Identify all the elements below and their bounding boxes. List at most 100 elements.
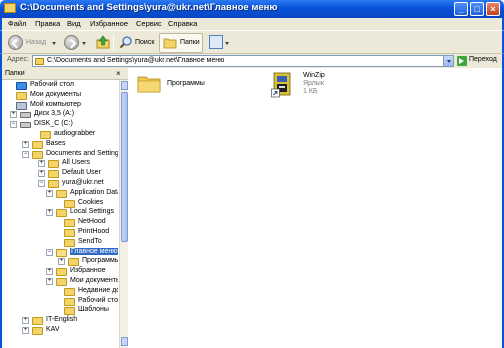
folders-pane: Папки × Рабочий стол Мои документы Мой ком…	[0, 68, 128, 348]
folders-label: Папки	[180, 39, 200, 46]
folder-icon	[48, 180, 59, 188]
tree-item-label: Local Settings	[70, 208, 114, 216]
tree-item[interactable]: + Bases	[2, 140, 118, 150]
tree-item[interactable]: − yura@ukr.net	[2, 179, 118, 189]
tree-item-label: PrintHood	[78, 228, 110, 235]
tree-item[interactable]: + Application Data	[2, 189, 118, 199]
folder-icon	[64, 307, 75, 316]
close-button[interactable]: ×	[486, 2, 500, 16]
tree-item[interactable]: + IT-English	[2, 316, 118, 326]
tree-item[interactable]: audiograbber	[2, 130, 118, 140]
back-icon[interactable]	[8, 35, 23, 50]
search-icon[interactable]	[119, 35, 133, 49]
menu-help[interactable]: Справка	[168, 19, 197, 28]
tree-item[interactable]: Недавние докум	[2, 287, 118, 297]
expand-icon[interactable]: +	[46, 268, 53, 276]
expand-icon[interactable]: +	[38, 170, 45, 178]
folder-icon	[56, 248, 67, 257]
views-icon[interactable]	[209, 35, 223, 49]
tree-item[interactable]: PrintHood	[2, 228, 118, 238]
expand-icon[interactable]: +	[46, 189, 53, 197]
tree-item-label: Рабочий стол	[78, 296, 118, 304]
menu-file[interactable]: Файл	[8, 19, 26, 28]
file-name: WinZip	[303, 72, 325, 79]
address-dropdown-icon[interactable]	[443, 56, 453, 66]
search-label[interactable]: Поиск	[135, 39, 154, 46]
tree-item-label: Мои документы	[30, 90, 82, 98]
collapse-icon[interactable]: −	[38, 180, 45, 187]
expand-icon[interactable]: +	[38, 160, 45, 168]
expand-icon[interactable]: +	[22, 140, 29, 148]
expand-icon[interactable]: +	[22, 317, 29, 325]
vertical-scrollbar[interactable]	[119, 80, 128, 348]
scroll-thumb[interactable]	[121, 92, 128, 242]
folders-button[interactable]: Папки	[159, 33, 203, 53]
folder-icon	[40, 131, 51, 139]
close-icon[interactable]: ×	[116, 70, 121, 78]
folder-icon	[32, 317, 43, 326]
tree-item[interactable]: Рабочий стол	[2, 81, 118, 91]
title-bar: C:\Documents and Settings\yura@ukr.net\Г…	[0, 0, 504, 18]
tree-item[interactable]: SendTo	[2, 238, 118, 248]
tree-item-label: Application Data	[70, 188, 118, 196]
scroll-down-icon[interactable]	[121, 337, 128, 346]
back-label[interactable]: Назад	[26, 39, 46, 46]
folders-pane-title: Папки	[5, 70, 25, 77]
forward-dropdown-icon[interactable]	[82, 42, 86, 45]
forward-icon[interactable]	[64, 35, 79, 50]
scroll-up-icon[interactable]	[121, 81, 128, 90]
file-name: Программы	[167, 80, 205, 87]
tree-item[interactable]: + Default User	[2, 169, 118, 179]
expand-icon[interactable]: +	[22, 327, 29, 334]
menu-edit[interactable]: Правка	[35, 19, 60, 28]
menu-bar: Файл Правка Вид Избранное Сервис Справка	[0, 18, 504, 30]
menu-favorites[interactable]: Избранное	[90, 19, 128, 28]
folder-icon	[64, 287, 75, 296]
address-input[interactable]: C:\Documents and Settings\yura@ukr.net\Г…	[32, 55, 454, 67]
tree-item-label: Избранное	[70, 267, 106, 275]
tree-item[interactable]: + All Users	[2, 159, 118, 169]
tree-item[interactable]: − DISK_C (C:)	[2, 120, 118, 130]
folder-icon	[64, 238, 75, 247]
tree-item[interactable]: + Избранное	[2, 267, 118, 277]
tree-item[interactable]: − Главное меню	[2, 247, 118, 258]
tree-item[interactable]: Мой компьютер	[2, 101, 118, 111]
minimize-button[interactable]: _	[454, 2, 468, 16]
back-dropdown-icon[interactable]	[52, 42, 56, 45]
collapse-icon[interactable]: −	[10, 121, 17, 129]
expand-icon[interactable]: +	[46, 278, 53, 285]
folder-icon	[137, 76, 161, 93]
tree-item-label: Documents and Settings	[46, 149, 118, 157]
folder-icon	[56, 209, 67, 218]
maximize-button[interactable]: □	[470, 2, 484, 16]
tree-item-label: DISK_C (C:)	[34, 120, 73, 128]
tree-item[interactable]: + Мои документы	[2, 277, 118, 287]
folder-icon	[56, 268, 67, 277]
tree-item[interactable]: + Диск 3,5 (A:)	[2, 110, 118, 120]
tree-item[interactable]: Мои документы	[2, 91, 118, 101]
expand-icon[interactable]: +	[10, 111, 17, 119]
collapse-icon[interactable]: −	[22, 150, 29, 158]
drive-icon	[20, 122, 31, 129]
expand-icon[interactable]: +	[58, 258, 65, 266]
views-dropdown-icon[interactable]	[225, 42, 229, 45]
collapse-icon[interactable]: −	[46, 248, 53, 256]
tree-item[interactable]: − Documents and Settings	[2, 150, 118, 160]
address-value: C:\Documents and Settings\yura@ukr.net\Г…	[47, 57, 225, 64]
menu-view[interactable]: Вид	[67, 19, 81, 28]
tree-item[interactable]: Шаблоны	[2, 306, 118, 316]
tree-item-label: Мой компьютер	[30, 100, 81, 108]
tree-item[interactable]: Cookies	[2, 199, 118, 209]
file-list: Программы WinZip Ярлык 1 КБ	[129, 68, 504, 348]
go-button[interactable]: Переход	[456, 55, 503, 67]
go-arrow-icon	[457, 56, 467, 66]
menu-tools[interactable]: Сервис	[136, 19, 162, 28]
tree-item-label: IT-English	[46, 316, 78, 324]
tree-item[interactable]: + KAV	[2, 326, 118, 336]
tree-item[interactable]: + Программы	[2, 257, 118, 267]
tree-item[interactable]: + Local Settings	[2, 208, 118, 218]
expand-icon[interactable]: +	[46, 209, 53, 217]
folder-icon	[16, 91, 27, 100]
folder-up-icon[interactable]	[96, 35, 110, 49]
tree-item[interactable]: NetHood	[2, 218, 118, 228]
